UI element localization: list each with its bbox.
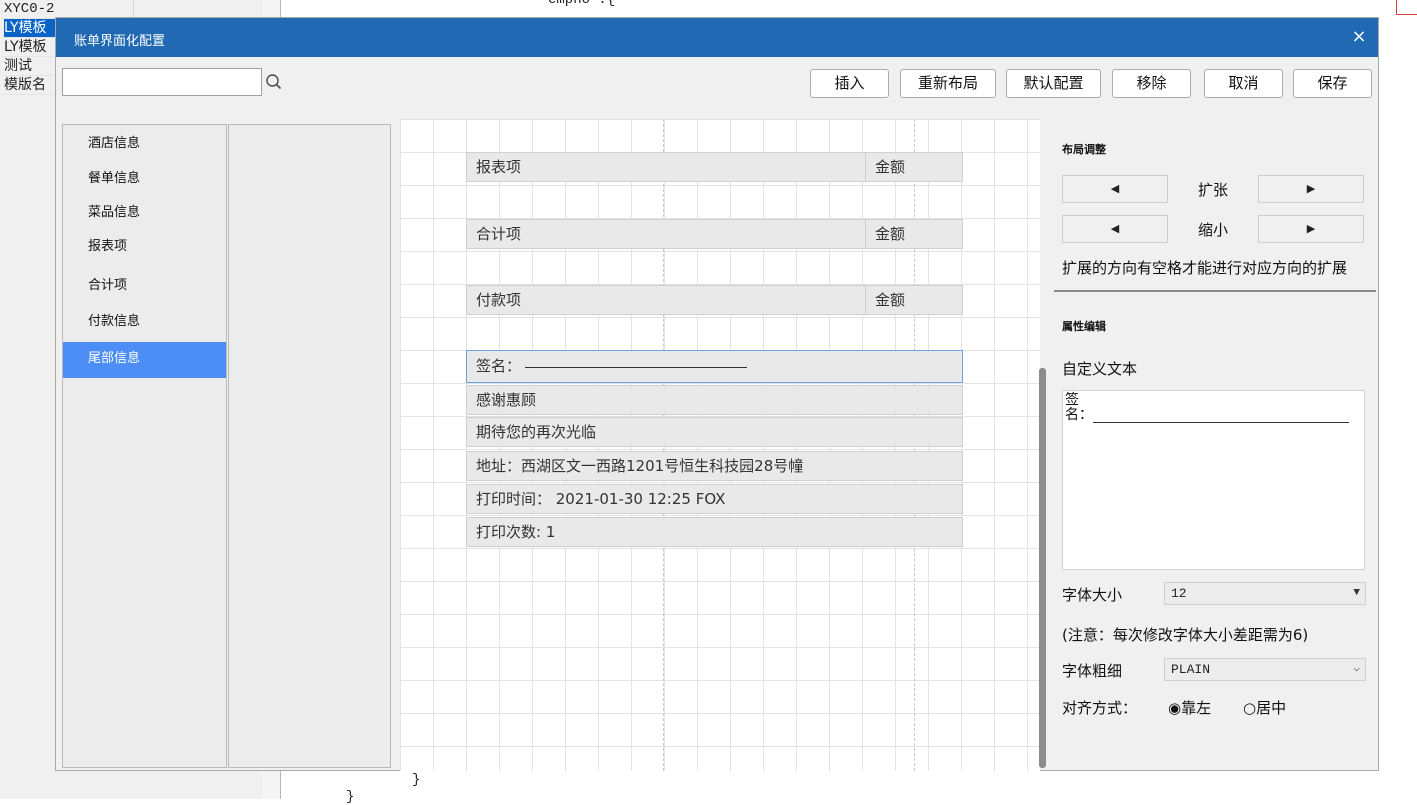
custom-text-line: 名： [1065,408,1093,424]
expand-left-button[interactable]: ◀ [1062,175,1168,203]
dialog-titlebar[interactable]: 账单界面化配置 × [56,18,1378,57]
bill-config-dialog: 账单界面化配置 × 插入 重新布局 默认配置 移除 取消 保存 酒店信息 餐单信… [55,17,1379,771]
custom-text-line: 签 [1065,393,1079,409]
background-window-corner [1396,0,1417,15]
search-icon[interactable] [263,71,285,93]
category-list: 酒店信息 餐单信息 菜品信息 报表项 合计项 付款信息 尾部信息 [62,124,227,768]
field-amount-label: 金额 [865,286,963,314]
field-amount-label: 金额 [865,153,963,181]
category-item-dish-info[interactable]: 菜品信息 [63,196,226,232]
expand-hint-text: 扩展的方向有空格才能进行对应方向的扩展 [1062,259,1348,277]
shrink-left-button[interactable]: ◀ [1062,215,1168,243]
chevron-down-icon[interactable]: ⌵ [1353,659,1360,680]
alignment-label: 对齐方式： [1062,699,1138,717]
background-code-line: } [412,772,421,788]
layout-adjust-title: 布局调整 [1062,143,1106,156]
font-size-note: (注意：每次修改字体大小差距需为6) [1062,626,1309,644]
total-item-field[interactable]: 合计项 金额 [466,219,963,249]
field-label: 报表项 [476,158,522,176]
relayout-button[interactable]: 重新布局 [900,69,996,98]
expand-right-button[interactable]: ▶ [1258,175,1364,203]
font-weight-value: PLAIN [1171,662,1211,677]
thanks-field[interactable]: 感谢惠顾 [466,385,963,415]
bill-layout-canvas[interactable]: 报表项 金额 合计项 金额 付款项 金额 签名： 感谢惠顾 期待您的再次光临 地… [400,119,1040,771]
payment-item-field[interactable]: 付款项 金额 [466,285,963,315]
canvas-scrollbar[interactable] [1039,368,1046,768]
category-item-total-item[interactable]: 合计项 [63,269,226,305]
template-cell [133,0,260,18]
save-button[interactable]: 保存 [1293,69,1372,98]
welcome-field[interactable]: 期待您的再次光临 [466,417,963,447]
sub-item-list [228,124,391,768]
insert-button[interactable]: 插入 [810,69,889,98]
category-item-payment-info[interactable]: 付款信息 [63,305,226,341]
field-label: 签名： [476,357,522,375]
background-code-line: } [346,789,355,805]
expand-label: 扩张 [1198,181,1229,199]
align-center-radio[interactable]: ○居中 [1243,697,1286,718]
background-code-line: empno :{ [548,0,616,8]
align-left-radio[interactable]: ◉靠左 [1168,697,1211,718]
print-time-field[interactable]: 打印时间： 2021-01-30 12:25 FOX [466,484,963,514]
signature-field[interactable]: 签名： [466,350,963,383]
dialog-title: 账单界面化配置 [74,34,166,49]
shrink-label: 缩小 [1198,221,1229,239]
report-item-field[interactable]: 报表项 金额 [466,152,963,182]
category-item-report-item[interactable]: 报表项 [63,230,226,266]
font-weight-label: 字体粗细 [1062,662,1123,680]
print-count-field[interactable]: 打印次数: 1 [466,517,963,547]
close-icon[interactable]: × [1346,24,1372,50]
properties-panel: 布局调整 ◀ 扩张 ▶ ◀ 缩小 ▶ 扩展的方向有空格才能进行对应方向的扩展 属… [1052,118,1378,768]
custom-text-label: 自定义文本 [1062,360,1138,378]
category-item-hotel-info[interactable]: 酒店信息 [63,127,226,163]
search-input[interactable] [62,68,262,96]
font-size-label: 字体大小 [1062,586,1123,604]
dropdown-arrow-icon[interactable]: ▼ [1353,583,1360,604]
custom-text-area[interactable]: 签 名： [1062,390,1365,570]
shrink-right-button[interactable]: ▶ [1258,215,1364,243]
custom-text-underline [1093,409,1349,423]
template-name-cell: XYC0-2 [4,1,55,17]
category-item-menu-info[interactable]: 餐单信息 [63,162,226,198]
cancel-button[interactable]: 取消 [1204,69,1283,98]
field-label: 合计项 [476,225,522,243]
font-weight-select[interactable]: PLAIN ⌵ [1164,658,1366,681]
default-config-button[interactable]: 默认配置 [1006,69,1101,98]
address-field[interactable]: 地址：西湖区文一西路1201号恒生科技园28号幢 [466,451,963,481]
field-amount-label: 金额 [865,220,963,248]
remove-button[interactable]: 移除 [1112,69,1191,98]
font-size-value: 12 [1171,586,1187,601]
font-size-select[interactable]: 12 ▼ [1164,582,1366,605]
field-label: 付款项 [476,291,522,309]
signature-line [525,351,748,368]
category-item-footer-info[interactable]: 尾部信息 [63,342,226,378]
section-divider [1054,290,1376,292]
property-edit-title: 属性编辑 [1062,320,1106,333]
